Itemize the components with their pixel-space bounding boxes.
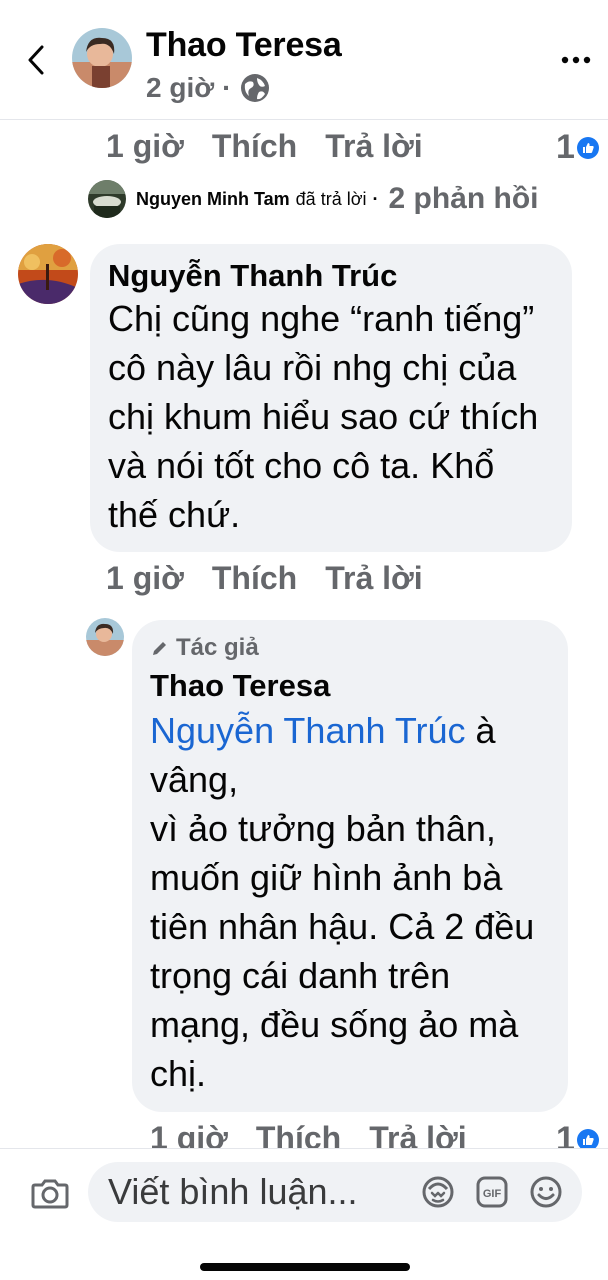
home-indicator xyxy=(200,1263,410,1271)
like-button[interactable]: Thích xyxy=(212,560,297,597)
emoji-button[interactable] xyxy=(528,1174,564,1210)
gif-button[interactable]: GIF xyxy=(474,1174,510,1210)
comment-actions: 1 giờ Thích Trả lời xyxy=(106,560,451,597)
reply-text-rest: vì ảo tưởng bản thân, muốn giữ hình ảnh … xyxy=(150,808,535,1094)
replier-name: Nguyen Minh Tam xyxy=(136,188,290,209)
comment-input[interactable] xyxy=(108,1162,408,1222)
replied-separator: · xyxy=(372,188,379,209)
meta-separator: · xyxy=(222,72,232,103)
comment-actions-top: 1 giờ Thích Trả lời xyxy=(106,128,451,165)
author-badge: Tác giả xyxy=(150,634,550,662)
comment-input-wrapper: GIF xyxy=(88,1162,582,1222)
post-author-name[interactable]: Thao Teresa xyxy=(146,26,342,65)
comment-author[interactable]: Nguyễn Thanh Trúc xyxy=(108,258,554,294)
comment-bubble: Nguyễn Thanh Trúc Chị cũng nghe “ranh ti… xyxy=(90,244,572,552)
reply-author[interactable]: Thao Teresa xyxy=(150,668,550,704)
more-icon xyxy=(561,56,591,64)
back-button[interactable] xyxy=(18,40,54,80)
comment-text: Chị cũng nghe “ranh tiếng” cô này lâu rồ… xyxy=(108,298,539,535)
avatar-sticker-button[interactable] xyxy=(420,1174,456,1210)
replier-avatar xyxy=(88,180,126,218)
thumbs-up-icon xyxy=(576,136,599,159)
gif-icon: GIF xyxy=(476,1176,508,1208)
globe-icon xyxy=(241,74,270,102)
comment-time: 1 giờ xyxy=(106,560,184,596)
reply-text: Nguyễn Thanh Trúc à vâng, vì ảo tưởng bả… xyxy=(150,706,550,1098)
reply-bubble: Tác giả Thao Teresa Nguyễn Thanh Trúc à … xyxy=(132,620,568,1112)
reply-button[interactable]: Trả lời xyxy=(325,560,422,597)
post-meta: 2 giờ · xyxy=(146,72,271,104)
post-time: 2 giờ xyxy=(146,72,215,103)
author-badge-label: Tác giả xyxy=(176,634,259,661)
replies-count[interactable]: 2 phản hồi xyxy=(389,182,539,216)
emoji-icon xyxy=(530,1176,562,1208)
camera-icon xyxy=(31,1179,69,1209)
svg-text:GIF: GIF xyxy=(483,1188,502,1200)
reaction-count-top[interactable]: 1 xyxy=(556,128,599,167)
replies-summary[interactable]: Nguyen Minh Tam đã trả lời · 2 phản hồi xyxy=(88,180,539,218)
mention-link[interactable]: Nguyễn Thanh Trúc xyxy=(150,710,466,751)
avatar-sticker-icon xyxy=(422,1176,454,1208)
replied-verb: đã trả lời xyxy=(295,188,367,209)
author-avatar[interactable] xyxy=(72,28,132,88)
commenter-avatar[interactable] xyxy=(18,244,78,304)
header: Thao Teresa 2 giờ · xyxy=(0,0,608,120)
like-button[interactable]: Thích xyxy=(212,128,297,165)
camera-button[interactable] xyxy=(28,1171,72,1215)
comment-time: 1 giờ xyxy=(106,128,184,164)
chevron-left-icon xyxy=(28,45,44,75)
pencil-icon xyxy=(153,642,166,655)
reply-author-avatar[interactable] xyxy=(86,618,124,656)
more-options-button[interactable] xyxy=(556,40,596,80)
reply-button[interactable]: Trả lời xyxy=(325,128,422,165)
reaction-count-value: 1 xyxy=(556,128,575,166)
comment-composer: GIF xyxy=(0,1148,608,1280)
